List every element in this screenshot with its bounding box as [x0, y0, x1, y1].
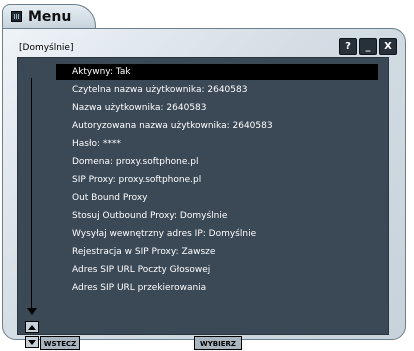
menu-item-username[interactable]: Nazwa użytkownika: 2640583 [56, 100, 378, 116]
arrow-down-icon [27, 308, 37, 315]
menu-window: Menu [Domyślnie] ? _ X Aktywny: Tak Czyt… [2, 4, 406, 350]
menu-item-send-internal-ip[interactable]: Wysyłaj wewnętrzny adres IP: Domyślnie [56, 226, 378, 242]
select-button[interactable]: WYBIERZ [194, 336, 242, 350]
menu-item-voicemail-url[interactable]: Adres SIP URL Poczty Głosowej [56, 262, 378, 278]
menu-item-active[interactable]: Aktywny: Tak [56, 64, 378, 80]
menu-panel: Aktywny: Tak Czytelna nazwa użytkownika:… [17, 57, 389, 350]
menu-item-sip-proxy[interactable]: SIP Proxy: proxy.softphone.pl [56, 172, 378, 188]
scroll-down-button[interactable] [25, 336, 39, 348]
menu-item-display-name[interactable]: Czytelna nazwa użytkownika: 2640583 [56, 82, 378, 98]
window-frame: [Domyślnie] ? _ X Aktywny: Tak Czytelna … [2, 28, 406, 350]
minimize-button[interactable]: _ [359, 38, 377, 55]
help-button[interactable]: ? [339, 38, 357, 55]
menu-item-password[interactable]: Hasło: **** [56, 136, 378, 152]
app-icon [11, 11, 22, 22]
menu-item-forward-url[interactable]: Adres SIP URL przekierowania [56, 280, 378, 296]
back-button[interactable]: WSTECZ [40, 336, 80, 350]
menu-item-auth-username[interactable]: Autoryzowana nazwa użytkownika: 2640583 [56, 118, 378, 134]
scroll-up-button[interactable] [25, 321, 39, 333]
menu-item-registration[interactable]: Rejestracja w SIP Proxy: Zawsze [56, 244, 378, 260]
title-tab[interactable]: Menu [2, 4, 96, 31]
menu-item-domain[interactable]: Domena: proxy.softphone.pl [56, 154, 378, 170]
profile-label: [Domyślnie] [19, 43, 74, 53]
menu-item-use-outbound[interactable]: Stosuj Outbound Proxy: Domyślnie [56, 208, 378, 224]
arrow-down-icon [28, 340, 36, 345]
close-button[interactable]: X [379, 38, 397, 55]
arrow-up-icon [28, 325, 36, 330]
window-title: Menu [28, 9, 72, 25]
scroll-indicator-line [31, 78, 32, 310]
menu-item-outbound-proxy[interactable]: Out Bound Proxy [56, 190, 378, 206]
